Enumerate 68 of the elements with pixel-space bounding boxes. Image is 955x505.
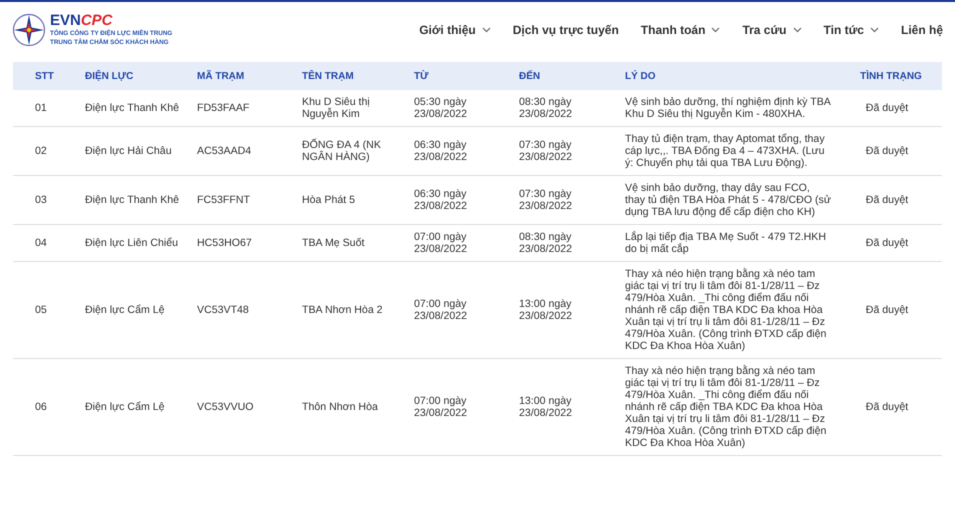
- table-cell-text: 07:30 ngày 23/08/2022: [519, 188, 574, 212]
- table-cell-text: 05:30 ngày 23/08/2022: [414, 96, 468, 120]
- nav-link[interactable]: Giới thiệu: [419, 23, 491, 37]
- table-cell-text: Thay xà néo hiện trạng bằng xà néo tam giác tại vị trí trụ li tâm đôi 81-1/28/11 – Đz 479/Hòa Xuân. _Thi công điểm đấu nối nhánh rẽ cấp điện TBA KDC Đa khoa Hòa Xuân tại vị trí trụ li tâm đôi 81-1/28/11 – Đz 479/Hòa Xuân. (Công trình ĐTXD cấp điện KDC Đa Khoa Hòa Xuân): [625, 365, 828, 449]
- chevron-down-icon: [870, 27, 879, 33]
- table-cell-text: 06:30 ngày 23/08/2022: [414, 139, 468, 163]
- table-cell-text: HC53HO67: [197, 237, 253, 249]
- nav-link[interactable]: Tra cứu: [742, 23, 802, 37]
- nav-link[interactable]: Liên hệ: [900, 23, 943, 37]
- table-cell-text: Vệ sinh bảo dưỡng, thay dây sau FCO, thay tủ điện TBA Hòa Phát 5 - 478/CĐO (sử dụng TBA lưu động để cấp điện cho KH): [625, 182, 832, 218]
- chevron-down-icon: [792, 27, 802, 33]
- table-cell-text: Thôn Nhơn Hòa: [302, 401, 379, 413]
- table-cell-text: Thay tủ điện trạm, thay Aptomat tổng, thay cáp lực,,. TBA Đống Đa 4 – 473XHA. (Lưu ý: Chuyển phụ tải qua TBA Lưu Động).: [625, 133, 826, 169]
- column-header: LÝ DO: [625, 70, 657, 82]
- table-cell-text: VC53VT48: [197, 304, 250, 316]
- table-cell-text: 13:00 ngày 23/08/2022: [519, 298, 574, 322]
- nav-link[interactable]: Tin tức: [824, 23, 879, 37]
- table-cell-text: Đã duyệt: [864, 194, 910, 206]
- table-cell-text: Vệ sinh bảo dưỡng, thí nghiệm định kỳ TBA Khu D Siêu thị Nguyễn Kim - 480XHA.: [625, 96, 832, 120]
- table-cell-text: Điện lực Thanh Khê: [85, 102, 180, 114]
- table-cell-text: Điện lực Liên Chiểu: [85, 237, 180, 249]
- table-cell-text: 06: [34, 401, 48, 413]
- table-cell-text: 07:00 ngày 23/08/2022: [414, 395, 468, 419]
- table-cell-text: 08:30 ngày 23/08/2022: [519, 96, 574, 120]
- table-cell-text: 03: [34, 194, 48, 206]
- table-cell-text: Đã duyệt: [864, 304, 910, 316]
- column-header: TÊN TRẠM: [302, 70, 355, 82]
- table-cell-text: Điện lực Thanh Khê: [85, 194, 180, 206]
- table-cell-text: ĐỐNG ĐA 4 (NK NGÂN HÀNG): [302, 139, 382, 163]
- table-cell-text: AC53AAD4: [197, 145, 252, 157]
- table-cell-text: 13:00 ngày 23/08/2022: [519, 395, 574, 419]
- table-cell-text: 07:30 ngày 23/08/2022: [519, 139, 574, 163]
- table-cell-text: Khu D Siêu thị Nguyễn Kim: [302, 96, 371, 120]
- brand-name: EVNCPC: [50, 13, 114, 29]
- table-cell-text: 07:00 ngày 23/08/2022: [414, 231, 468, 255]
- table-cell-text: 08:30 ngày 23/08/2022: [519, 231, 574, 255]
- column-header: ĐẾN: [519, 70, 542, 82]
- nav-link[interactable]: Dịch vụ trực tuyến: [512, 23, 619, 37]
- table-cell-text: Đã duyệt: [864, 145, 910, 157]
- logo-icon: [12, 13, 46, 47]
- nav-link[interactable]: Thanh toán: [640, 23, 720, 37]
- table-cell-text: VC53VVUO: [197, 401, 255, 413]
- table-cell-text: FC53FFNT: [197, 194, 251, 206]
- table-cell-text: Đã duyệt: [864, 102, 910, 114]
- column-header: ĐIỆN LỰC: [85, 70, 134, 82]
- chevron-down-icon: [711, 27, 720, 33]
- table-cell-text: Điện lực Cẩm Lệ: [85, 304, 166, 316]
- table-cell-text: Hòa Phát 5: [302, 194, 356, 206]
- column-header: STT: [34, 70, 55, 82]
- table-cell-text: TBA Mẹ Suốt: [302, 237, 366, 249]
- table-cell-text: Điện lực Hải Châu: [85, 145, 173, 157]
- table-cell-text: 01: [34, 102, 48, 114]
- table-cell-text: 06:30 ngày 23/08/2022: [414, 188, 468, 212]
- column-header: TỪ: [414, 70, 430, 82]
- table-cell-text: Lắp lại tiếp địa TBA Mẹ Suốt - 479 T2.HKH do bị mất cắp: [625, 231, 828, 255]
- column-header: TÌNH TRẠNG: [859, 70, 923, 82]
- chevron-down-icon: [482, 27, 491, 33]
- column-header: MÃ TRẠM: [197, 70, 246, 82]
- table-cell-text: Đã duyệt: [864, 237, 910, 249]
- table-cell-text: 05: [34, 304, 48, 316]
- table-cell-text: TBA Nhơn Hòa 2: [302, 304, 384, 316]
- table-cell-text: 07:00 ngày 23/08/2022: [414, 298, 468, 322]
- table-cell-text: FD53FAAF: [197, 102, 250, 114]
- table-cell-text: Thay xà néo hiện trạng bằng xà néo tam giác tại vị trí trụ li tâm đôi 81-1/28/11 – Đz 479/Hòa Xuân. _Thi công điểm đấu nối nhánh rẽ cấp điện TBA KDC Đa khoa Hòa Xuân tại vị trí trụ li tâm đôi 81-1/28/11 – Đz 479/Hòa Xuân. (Công trình ĐTXD cấp điện KDC Đa Khoa Hòa Xuân): [625, 268, 828, 352]
- table-cell-text: 02: [34, 145, 48, 157]
- table-cell-text: Điện lực Cẩm Lệ: [85, 401, 166, 413]
- table-cell-text: Đã duyệt: [864, 401, 910, 413]
- table-cell-text: 04: [34, 237, 48, 249]
